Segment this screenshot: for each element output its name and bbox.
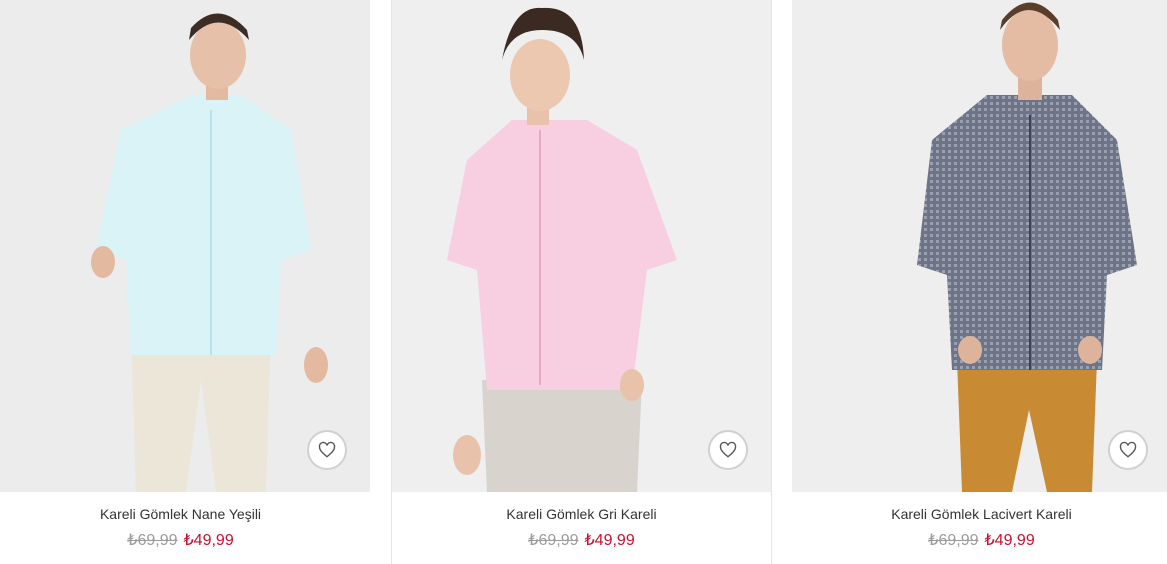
sale-price: ₺49,99: [584, 532, 635, 549]
price-block: ₺69,99 ₺49,99: [792, 530, 1167, 550]
product-card[interactable]: Kareli Gömlek Gri Kareli ₺69,99 ₺49,99: [391, 0, 772, 564]
old-price: ₺69,99: [528, 532, 579, 549]
product-title[interactable]: Kareli Gömlek Nane Yeşili: [0, 506, 370, 522]
product-title[interactable]: Kareli Gömlek Lacivert Kareli: [792, 506, 1167, 522]
sale-price: ₺49,99: [984, 532, 1035, 549]
product-title[interactable]: Kareli Gömlek Gri Kareli: [392, 506, 771, 522]
price-block: ₺69,99 ₺49,99: [392, 530, 771, 550]
heart-outline-icon: [1119, 441, 1137, 458]
product-card[interactable]: Kareli Gömlek Nane Yeşili ₺69,99 ₺49,99: [0, 0, 370, 564]
price-block: ₺69,99 ₺49,99: [0, 530, 370, 550]
heart-outline-icon: [719, 441, 737, 458]
sale-price: ₺49,99: [183, 532, 234, 549]
product-image[interactable]: [392, 0, 771, 492]
favorite-button[interactable]: [708, 430, 748, 470]
product-card[interactable]: Kareli Gömlek Lacivert Kareli ₺69,99 ₺49,…: [792, 0, 1167, 564]
product-grid: Kareli Gömlek Nane Yeşili ₺69,99 ₺49,99: [0, 0, 1167, 564]
old-price: ₺69,99: [127, 532, 178, 549]
favorite-button[interactable]: [1108, 430, 1148, 470]
favorite-button[interactable]: [307, 430, 347, 470]
heart-outline-icon: [318, 441, 336, 458]
product-image[interactable]: [792, 0, 1167, 492]
product-image[interactable]: [0, 0, 370, 492]
old-price: ₺69,99: [928, 532, 979, 549]
